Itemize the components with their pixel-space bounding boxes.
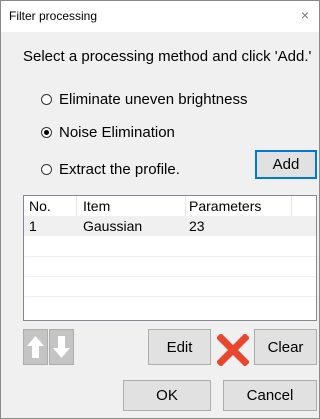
filter-list-table[interactable]: No. Item Parameters 1 Gaussian 23	[23, 195, 317, 321]
arrow-down-icon	[53, 336, 70, 358]
cell-parameters: 23	[189, 218, 205, 234]
move-down-button[interactable]	[49, 329, 74, 365]
row-divider	[24, 276, 316, 277]
window-title: Filter processing	[9, 9, 98, 23]
cancel-button[interactable]: Cancel	[223, 380, 317, 411]
radio-label: Noise Elimination	[59, 124, 175, 141]
row-divider	[24, 296, 316, 297]
table-header-row: No. Item Parameters	[24, 196, 316, 216]
add-button[interactable]: Add	[255, 150, 317, 179]
radio-eliminate-uneven-brightness[interactable]: Eliminate uneven brightness	[41, 91, 247, 108]
column-header-no[interactable]: No.	[29, 198, 51, 214]
radio-label: Extract the profile.	[59, 161, 180, 178]
radio-extract-profile[interactable]: Extract the profile.	[41, 161, 180, 178]
radio-button[interactable]	[41, 164, 52, 175]
cell-no: 1	[29, 218, 37, 234]
column-divider	[76, 196, 77, 216]
instruction-text: Select a processing method and click 'Ad…	[23, 48, 312, 65]
cell-item: Gaussian	[83, 218, 143, 234]
edit-button[interactable]: Edit	[148, 329, 211, 365]
delete-icon[interactable]	[217, 334, 249, 366]
radio-noise-elimination[interactable]: Noise Elimination	[41, 124, 175, 141]
radio-button[interactable]	[41, 127, 52, 138]
radio-button[interactable]	[41, 94, 52, 105]
column-header-parameters[interactable]: Parameters	[189, 198, 261, 214]
move-up-button[interactable]	[23, 329, 48, 365]
filter-processing-dialog: Filter processing × Select a processing …	[0, 0, 320, 419]
radio-label: Eliminate uneven brightness	[59, 91, 248, 108]
clear-button[interactable]: Clear	[254, 329, 317, 365]
title-bar: Filter processing ×	[1, 1, 319, 32]
row-divider	[24, 256, 316, 257]
column-divider	[185, 196, 186, 216]
table-row[interactable]: 1 Gaussian 23	[24, 216, 316, 236]
close-icon[interactable]: ×	[297, 7, 313, 23]
ok-button[interactable]: OK	[123, 380, 211, 411]
arrow-up-icon	[27, 336, 44, 358]
column-header-item[interactable]: Item	[83, 198, 110, 214]
column-divider	[291, 196, 292, 216]
